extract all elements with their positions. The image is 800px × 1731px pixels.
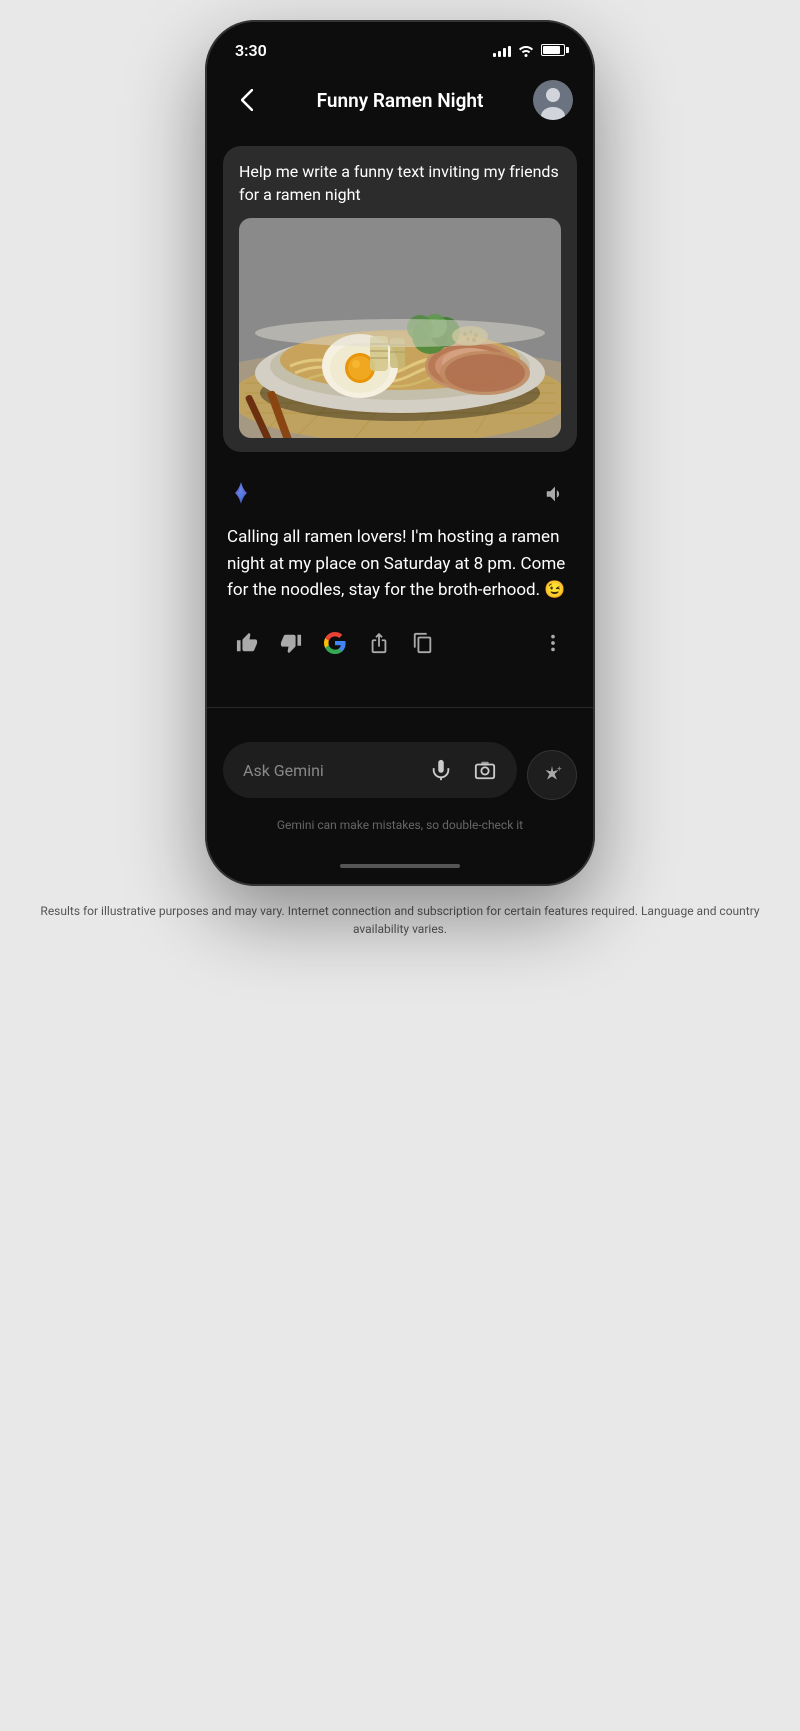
ai-response: Calling all ramen lovers! I'm hosting a …: [223, 468, 577, 691]
header: Funny Ramen Night: [207, 72, 593, 136]
input-placeholder: Ask Gemini: [243, 761, 417, 780]
speaker-button[interactable]: [537, 476, 573, 512]
status-bar: 3:30: [207, 22, 593, 72]
home-bar: [340, 864, 460, 868]
gemini-star-icon: [227, 480, 255, 508]
page-title: Funny Ramen Night: [267, 89, 533, 112]
status-time: 3:30: [235, 41, 267, 60]
google-search-button[interactable]: [315, 623, 355, 663]
wifi-icon: [517, 43, 535, 57]
user-avatar[interactable]: [533, 80, 573, 120]
copy-button[interactable]: [403, 623, 443, 663]
back-button[interactable]: [227, 80, 267, 120]
disclaimer-text: Gemini can make mistakes, so double-chec…: [223, 818, 577, 832]
more-options-button[interactable]: [533, 623, 573, 663]
action-bar: [227, 623, 573, 663]
user-message-bubble: Help me write a funny text inviting my f…: [223, 146, 577, 452]
signal-bars-icon: [493, 43, 511, 57]
share-button[interactable]: [359, 623, 399, 663]
status-icons: [493, 43, 565, 57]
user-message-text: Help me write a funny text inviting my f…: [239, 160, 561, 206]
chat-area: Help me write a funny text inviting my f…: [207, 136, 593, 734]
footer-disclaimer: Results for illustrative purposes and ma…: [0, 886, 800, 954]
thumbs-up-button[interactable]: [227, 623, 267, 663]
sparkle-button[interactable]: [527, 750, 577, 800]
battery-icon: [541, 44, 565, 56]
camera-button[interactable]: [465, 750, 505, 790]
divider: [207, 707, 593, 708]
ramen-image: [239, 218, 561, 438]
ai-response-header: [227, 476, 573, 512]
thumbs-down-button[interactable]: [271, 623, 311, 663]
home-indicator: [207, 856, 593, 884]
ai-response-text: Calling all ramen lovers! I'm hosting a …: [227, 524, 573, 603]
microphone-button[interactable]: [421, 750, 461, 790]
input-area: Ask Gemini Gemini can make mi: [207, 734, 593, 856]
ask-gemini-input[interactable]: Ask Gemini: [223, 742, 517, 798]
